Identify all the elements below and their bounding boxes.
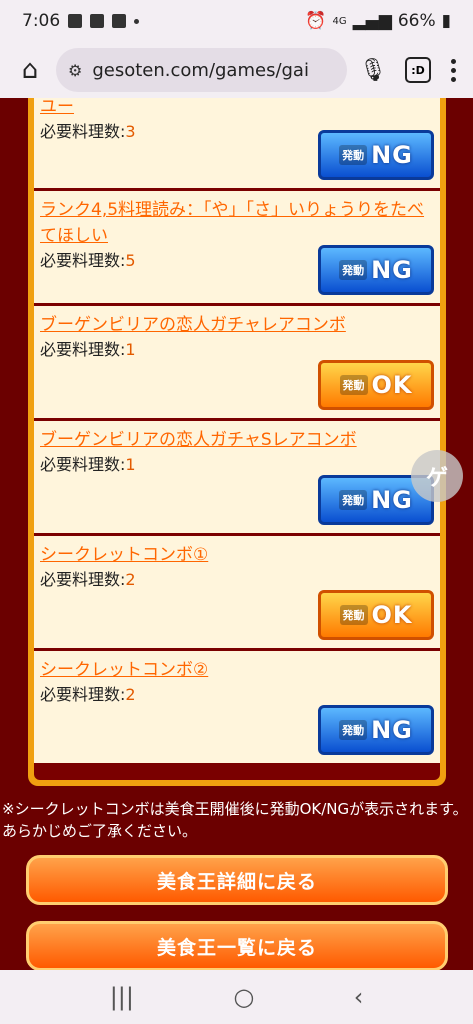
mic-icon: 🎙 [359, 57, 387, 83]
image-icon [68, 14, 83, 28]
page-content: ユー 必要料理数:3 発動 NG ランク4,5料理読み：「や」「さ」いりょうりをたべてほ… [0, 98, 473, 970]
required-dish-label: 必要料理数: [40, 570, 126, 589]
home-nav-icon[interactable]: ○ [233, 983, 254, 1011]
activation-ok-badge: 発動 OK [318, 590, 434, 640]
badge-prefix: 発動 [339, 260, 368, 280]
combo-title-link[interactable]: ブーゲンビリアの恋人ガチャSレアコンボ [40, 427, 434, 453]
browser-toolbar: ⌂ ⚙ gesoten.com/games/gai 🎙 :D [0, 42, 473, 98]
badge-status: NG [371, 486, 413, 514]
badge-status: OK [371, 601, 413, 629]
alarm-icon: ⏰ [305, 11, 327, 31]
combo-item: ブーゲンビリアの恋人ガチャSレアコンボ 必要料理数:1 発動 NG [34, 421, 440, 533]
badge-status: NG [371, 141, 413, 169]
activation-ng-badge: 発動 NG [318, 130, 434, 180]
back-to-detail-button[interactable]: 美食王詳細に戻る [26, 855, 448, 905]
combo-title-link[interactable]: ユー [40, 98, 434, 120]
badge-prefix: 発動 [339, 490, 368, 510]
floating-game-button[interactable]: ゲ [411, 450, 463, 502]
combo-list-frame: ユー 必要料理数:3 発動 NG ランク4,5料理読み：「や」「さ」いりょうりをたべてほ… [28, 98, 446, 786]
combo-item: ユー必要料理数:3 発動 NG [34, 98, 440, 188]
required-dish-count: 必要料理数:2 [40, 568, 434, 592]
required-dish-value: 1 [125, 455, 136, 474]
required-dish-label: 必要料理数: [40, 251, 126, 270]
network-label: 4G [332, 15, 347, 27]
badge-status: OK [371, 371, 413, 399]
combo-item: ブーゲンビリアの恋人ガチャレアコンボ 必要料理数:1 発動 OK [34, 306, 440, 418]
badge-status: NG [371, 256, 413, 284]
home-icon: ⌂ [21, 55, 39, 85]
required-dish-value: 2 [125, 570, 136, 589]
system-nav-bar: ||| ○ ‹ [0, 970, 473, 1024]
combo-item: ランク4,5料理読み：「や」「さ」いりょうりをたべてほしい必要料理数:5 発動 NG [34, 191, 440, 303]
recent-apps-icon[interactable]: ||| [110, 983, 134, 1011]
required-dish-label: 必要料理数: [40, 455, 126, 474]
combo-item: シークレットコンボ① 必要料理数:2 発動 OK [34, 536, 440, 648]
signal-icon: ▂▄▆ [352, 11, 392, 31]
browser-menu-button[interactable] [443, 58, 463, 82]
required-dish-count: 必要料理数:1 [40, 338, 434, 362]
voice-search-button[interactable]: 🎙 [353, 50, 393, 90]
activation-ng-badge: 発動 NG [318, 705, 434, 755]
url-text: gesoten.com/games/gai [92, 59, 309, 81]
combo-title-link[interactable]: シークレットコンボ① [40, 542, 434, 568]
badge-prefix: 発動 [339, 145, 368, 165]
secret-combo-note: ※シークレットコンボは美食王開催後に発動OK/NGが表示されます。あらかじめご了… [2, 800, 468, 840]
mail-icon [112, 14, 127, 28]
required-dish-value: 2 [125, 685, 136, 704]
required-dish-count: 必要料理数:2 [40, 683, 434, 707]
activation-ok-badge: 発動 OK [318, 360, 434, 410]
status-bar: 7:06 ⏰ 4G ▂▄▆ 66% ▮ [0, 0, 473, 42]
address-bar[interactable]: ⚙ gesoten.com/games/gai [56, 48, 347, 92]
battery-label: 66% [397, 11, 436, 31]
badge-status: NG [371, 716, 413, 744]
required-dish-value: 3 [125, 122, 136, 141]
clock: 7:06 [22, 11, 61, 31]
back-to-list-button[interactable]: 美食王一覧に戻る [26, 921, 448, 970]
news-icon [90, 14, 105, 28]
combo-title-link[interactable]: シークレットコンボ② [40, 657, 434, 683]
required-dish-value: 5 [125, 251, 136, 270]
required-dish-label: 必要料理数: [40, 122, 126, 141]
home-button[interactable]: ⌂ [10, 50, 50, 90]
activation-ng-badge: 発動 NG [318, 245, 434, 295]
more-notifications-icon [134, 18, 140, 24]
combo-item: シークレットコンボ② 必要料理数:2 発動 NG [34, 651, 440, 763]
badge-prefix: 発動 [339, 375, 368, 395]
required-dish-label: 必要料理数: [40, 340, 126, 359]
required-dish-label: 必要料理数: [40, 685, 126, 704]
required-dish-value: 1 [125, 340, 136, 359]
tab-switcher-button[interactable]: :D [405, 57, 431, 83]
required-dish-count: 必要料理数:1 [40, 453, 434, 477]
combo-title-link[interactable]: ランク4,5料理読み：「や」「さ」いりょうりをたべてほしい [40, 197, 434, 249]
combo-list: ユー 必要料理数:3 発動 NG ランク4,5料理読み：「や」「さ」いりょうりをたべてほ… [34, 98, 440, 780]
battery-icon: ▮ [441, 11, 451, 31]
back-icon[interactable]: ‹ [354, 983, 364, 1011]
badge-prefix: 発動 [339, 720, 368, 740]
site-settings-icon[interactable]: ⚙ [68, 61, 82, 80]
combo-title-link[interactable]: ブーゲンビリアの恋人ガチャレアコンボ [40, 312, 434, 338]
badge-prefix: 発動 [339, 605, 368, 625]
